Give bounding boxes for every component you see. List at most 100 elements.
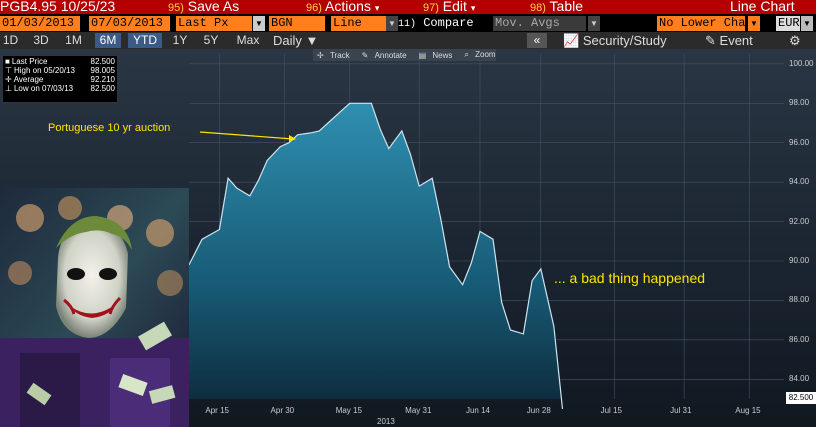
data-point	[266, 160, 268, 162]
edit-button[interactable]: 97) Edit ▾	[423, 0, 475, 14]
currency-select[interactable]: EUR	[776, 16, 800, 31]
actions-button[interactable]: 96) Actions ▾	[306, 0, 379, 14]
data-point	[449, 266, 451, 268]
chevron-down-icon[interactable]: ▼	[588, 16, 600, 31]
x-tick-label: May 15	[335, 406, 362, 415]
data-point	[479, 231, 481, 233]
square-icon: ■	[5, 57, 10, 66]
data-point	[358, 102, 360, 104]
range-ytd[interactable]: YTD	[128, 33, 162, 48]
last-value-badge: 82.500	[786, 392, 816, 404]
event-icon: ✎	[705, 33, 716, 48]
x-tick-label: Jul 31	[670, 406, 692, 415]
source-field[interactable]: BGN	[269, 16, 325, 31]
joker-image	[0, 188, 189, 427]
track-tool[interactable]: ✢ Track	[313, 51, 358, 60]
legend-row-low: ⊥ Low on 07/03/13 82.500	[5, 84, 115, 93]
data-point	[523, 333, 525, 335]
news-tool[interactable]: ▤ News	[415, 51, 461, 60]
collapse-button[interactable]: «	[527, 33, 547, 48]
range-max[interactable]: Max	[233, 33, 263, 48]
range-bar: 1D 3D 1M 6M YTD 1Y 5Y Max Daily ▼ « 📈 Se…	[0, 32, 816, 49]
line-chart-icon: 📈	[563, 33, 580, 48]
frequency-select[interactable]: Daily ▼	[273, 33, 318, 48]
zoom-tool[interactable]: ⌕ Zoom	[460, 50, 503, 60]
x-tick-label: May 31	[405, 406, 432, 415]
legend-row-average: ✛ Average 92.210	[5, 75, 115, 84]
range-3d[interactable]: 3D	[30, 33, 52, 48]
data-point	[379, 128, 381, 130]
range-6m[interactable]: 6M	[95, 33, 121, 48]
data-point	[249, 195, 251, 197]
y-tick-label: 86.00	[789, 334, 810, 344]
x-tick-label: Jun 28	[526, 406, 551, 415]
chart-area: ✢ Track ✎ Annotate ▤ News ⌕ Zoom ■ Last P…	[0, 49, 816, 427]
x-tick-label: Jul 15	[600, 406, 622, 415]
auction-arrow	[199, 131, 294, 140]
table-button[interactable]: 98) Table	[530, 0, 583, 14]
data-point	[297, 134, 299, 136]
chevron-down-icon[interactable]: ▼	[386, 16, 398, 31]
gear-icon[interactable]: ⚙	[789, 33, 801, 48]
range-5y[interactable]: 5Y	[200, 33, 222, 48]
end-date-field[interactable]: 07/03/2013	[89, 16, 170, 31]
annotate-tool[interactable]: ✎ Annotate	[358, 51, 415, 60]
data-point	[431, 177, 433, 179]
security-ticker[interactable]: PGB4.95 10/25/23	[0, 0, 115, 14]
mov-avgs-field[interactable]: Mov. Avgs	[493, 16, 586, 31]
y-tick-label: 100.00	[789, 58, 814, 68]
y-tick-label: 96.00	[789, 137, 810, 147]
low-marker-icon: ⊥	[5, 84, 12, 93]
y-tick-label: 94.00	[789, 177, 810, 187]
data-point	[288, 142, 290, 144]
data-point	[388, 148, 390, 150]
chevron-down-icon[interactable]: ▼	[748, 16, 760, 31]
style-select[interactable]: Line	[331, 16, 387, 31]
x-tick-label: Aug 15	[735, 406, 761, 415]
data-point	[531, 280, 533, 282]
data-point	[540, 268, 542, 270]
range-1d[interactable]: 1D	[0, 33, 21, 48]
lower-chart-select[interactable]: No Lower Chart	[657, 16, 745, 31]
data-point	[462, 284, 464, 286]
y-tick-label: 84.00	[789, 374, 810, 384]
data-point	[410, 154, 412, 156]
data-point	[227, 177, 229, 179]
input-bar: 01/03/2013 07/03/2013 Last Px ▼ BGN Line…	[0, 14, 816, 32]
y-tick-label: 88.00	[789, 295, 810, 305]
chart-toolbar: ✢ Track ✎ Annotate ▤ News ⌕ Zoom	[313, 49, 496, 61]
auction-annotation: Portuguese 10 yr auction	[48, 122, 171, 134]
high-marker-icon: ⊤	[5, 66, 12, 75]
security-study-button[interactable]: 📈 Security/Study	[563, 33, 667, 48]
range-1y[interactable]: 1Y	[169, 33, 191, 48]
x-tick-label: Apr 15	[205, 406, 229, 415]
compare-button[interactable]: 11) Compare	[398, 16, 474, 30]
data-point	[470, 262, 472, 264]
data-point	[279, 146, 281, 148]
data-point	[401, 130, 403, 132]
chart-type-title: Line Chart	[730, 0, 795, 14]
chevron-down-icon[interactable]: ▼	[801, 16, 813, 31]
data-point	[492, 239, 494, 241]
legend-row-high: ⊤ High on 05/20/13 98.005	[5, 66, 115, 75]
x-tick-label: Apr 30	[270, 406, 295, 415]
event-button[interactable]: ✎ Event	[705, 33, 753, 48]
chevron-down-icon[interactable]: ▼	[253, 16, 265, 31]
x-tick-label: Jun 14	[465, 406, 491, 415]
x-axis-year: 2013	[377, 417, 395, 426]
data-point	[562, 408, 564, 410]
y-tick-label: 90.00	[789, 256, 810, 265]
start-date-field[interactable]: 01/03/2013	[0, 16, 80, 31]
y-tick-label: 98.00	[789, 98, 810, 108]
data-point	[201, 239, 203, 241]
data-point	[219, 229, 221, 231]
data-point	[340, 110, 342, 112]
data-point	[258, 179, 260, 181]
data-point	[501, 302, 503, 304]
data-point	[418, 185, 420, 187]
range-1m[interactable]: 1M	[61, 33, 86, 48]
field-select[interactable]: Last Px	[176, 16, 252, 31]
data-point	[318, 130, 320, 132]
save-as-button[interactable]: 95) Save As	[168, 0, 239, 14]
data-point	[310, 132, 312, 134]
